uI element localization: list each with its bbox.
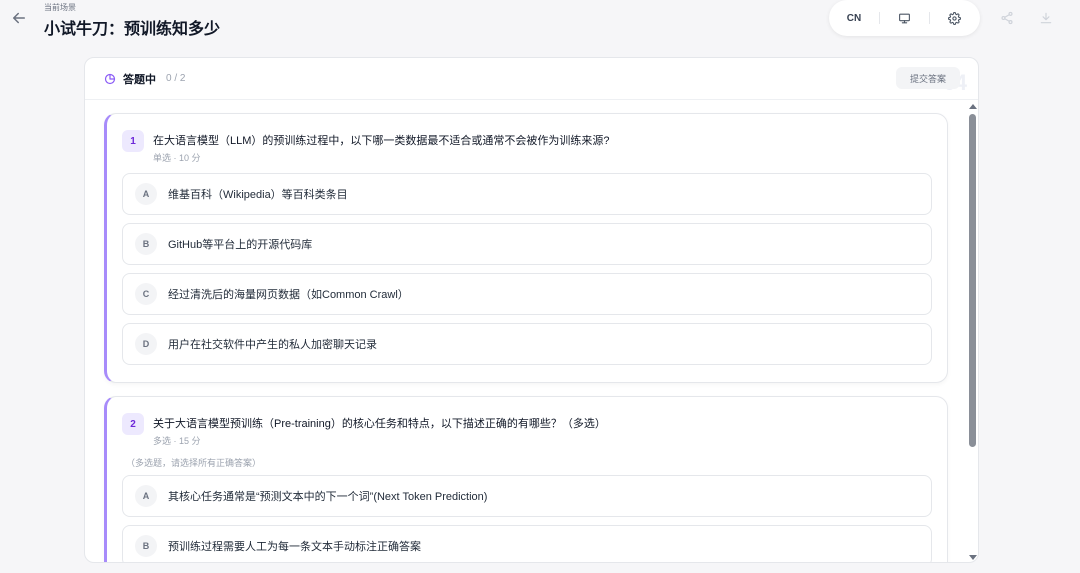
option-text: GitHub等平台上的开源代码库 — [168, 239, 313, 251]
page-title: 小试牛刀：预训练知多少 — [44, 21, 221, 38]
question-number-badge: 1 — [122, 130, 144, 152]
option-b[interactable]: B 预训练过程需要人工为每一条文本手动标注正确答案 — [122, 525, 932, 562]
question-meta: 单选 · 10 分 — [153, 153, 201, 163]
option-text: 预训练过程需要人工为每一条文本手动标注正确答案 — [168, 541, 421, 553]
vertical-scrollbar[interactable] — [968, 102, 978, 562]
option-a[interactable]: A 维基百科（Wikipedia）等百科类条目 — [122, 173, 932, 215]
quiz-status: 答题中 — [123, 73, 156, 86]
language-label: CN — [846, 12, 862, 24]
option-letter: B — [135, 535, 157, 557]
scroll-up-arrow-icon[interactable] — [969, 104, 977, 109]
question-card-1: 1 在大语言模型（LLM）的预训练过程中，以下哪一类数据最不适合或通常不会被作为… — [104, 113, 948, 383]
option-letter: A — [135, 183, 157, 205]
option-b[interactable]: B GitHub等平台上的开源代码库 — [122, 223, 932, 265]
scrollbar-thumb[interactable] — [969, 114, 976, 447]
scroll-down-arrow-icon[interactable] — [969, 555, 977, 560]
option-letter: B — [135, 233, 157, 255]
option-text: 其核心任务通常是“预测文本中的下一个词”(Next Token Predicti… — [168, 491, 488, 503]
option-text: 经过清洗后的海量网页数据（如Common Crawl） — [168, 289, 409, 301]
option-letter: D — [135, 333, 157, 355]
question-text: 在大语言模型（LLM）的预训练过程中，以下哪一类数据最不适合或通常不会被作为训练… — [153, 135, 610, 147]
scene-label: 当前场景 — [44, 3, 76, 12]
option-letter: C — [135, 283, 157, 305]
option-d[interactable]: D 用户在社交软件中产生的私人加密聊天记录 — [122, 323, 932, 365]
option-text: 维基百科（Wikipedia）等百科类条目 — [168, 189, 348, 201]
question-meta: 多选 · 15 分 — [153, 436, 201, 446]
display-button[interactable] — [879, 0, 929, 36]
monitor-icon — [898, 13, 910, 23]
top-toolbar: CN — [829, 0, 980, 36]
question-number-badge: 2 — [122, 413, 144, 435]
question-card-2: 2 关于大语言模型预训练（Pre-training）的核心任务和特点，以下描述正… — [104, 396, 948, 562]
panel-header: 答题中 0 / 2 04 提交答案 — [85, 58, 978, 100]
language-toggle-button[interactable]: CN — [829, 0, 879, 36]
back-arrow-icon[interactable] — [10, 9, 28, 27]
quiz-panel: 答题中 0 / 2 04 提交答案 1 在大语言模型（LLM）的预训练过程中，以… — [84, 57, 979, 563]
answer-progress: 0 / 2 — [166, 73, 186, 84]
submit-answer-button[interactable]: 提交答案 — [896, 67, 960, 89]
pie-chart-icon — [104, 73, 116, 84]
option-c[interactable]: C 经过清洗后的海量网页数据（如Common Crawl） — [122, 273, 932, 315]
option-letter: A — [135, 485, 157, 507]
download-icon[interactable] — [1039, 11, 1053, 25]
question-text: 关于大语言模型预训练（Pre-training）的核心任务和特点，以下描述正确的… — [153, 418, 606, 430]
share-icon[interactable] — [1000, 11, 1014, 25]
option-a[interactable]: A 其核心任务通常是“预测文本中的下一个词”(Next Token Predic… — [122, 475, 932, 517]
gear-icon — [947, 11, 961, 25]
questions-scroll-area[interactable]: 1 在大语言模型（LLM）的预训练过程中，以下哪一类数据最不适合或通常不会被作为… — [85, 101, 965, 562]
settings-button[interactable] — [929, 0, 979, 36]
option-text: 用户在社交软件中产生的私人加密聊天记录 — [168, 339, 377, 351]
question-hint: （多选题，请选择所有正确答案） — [126, 458, 262, 468]
